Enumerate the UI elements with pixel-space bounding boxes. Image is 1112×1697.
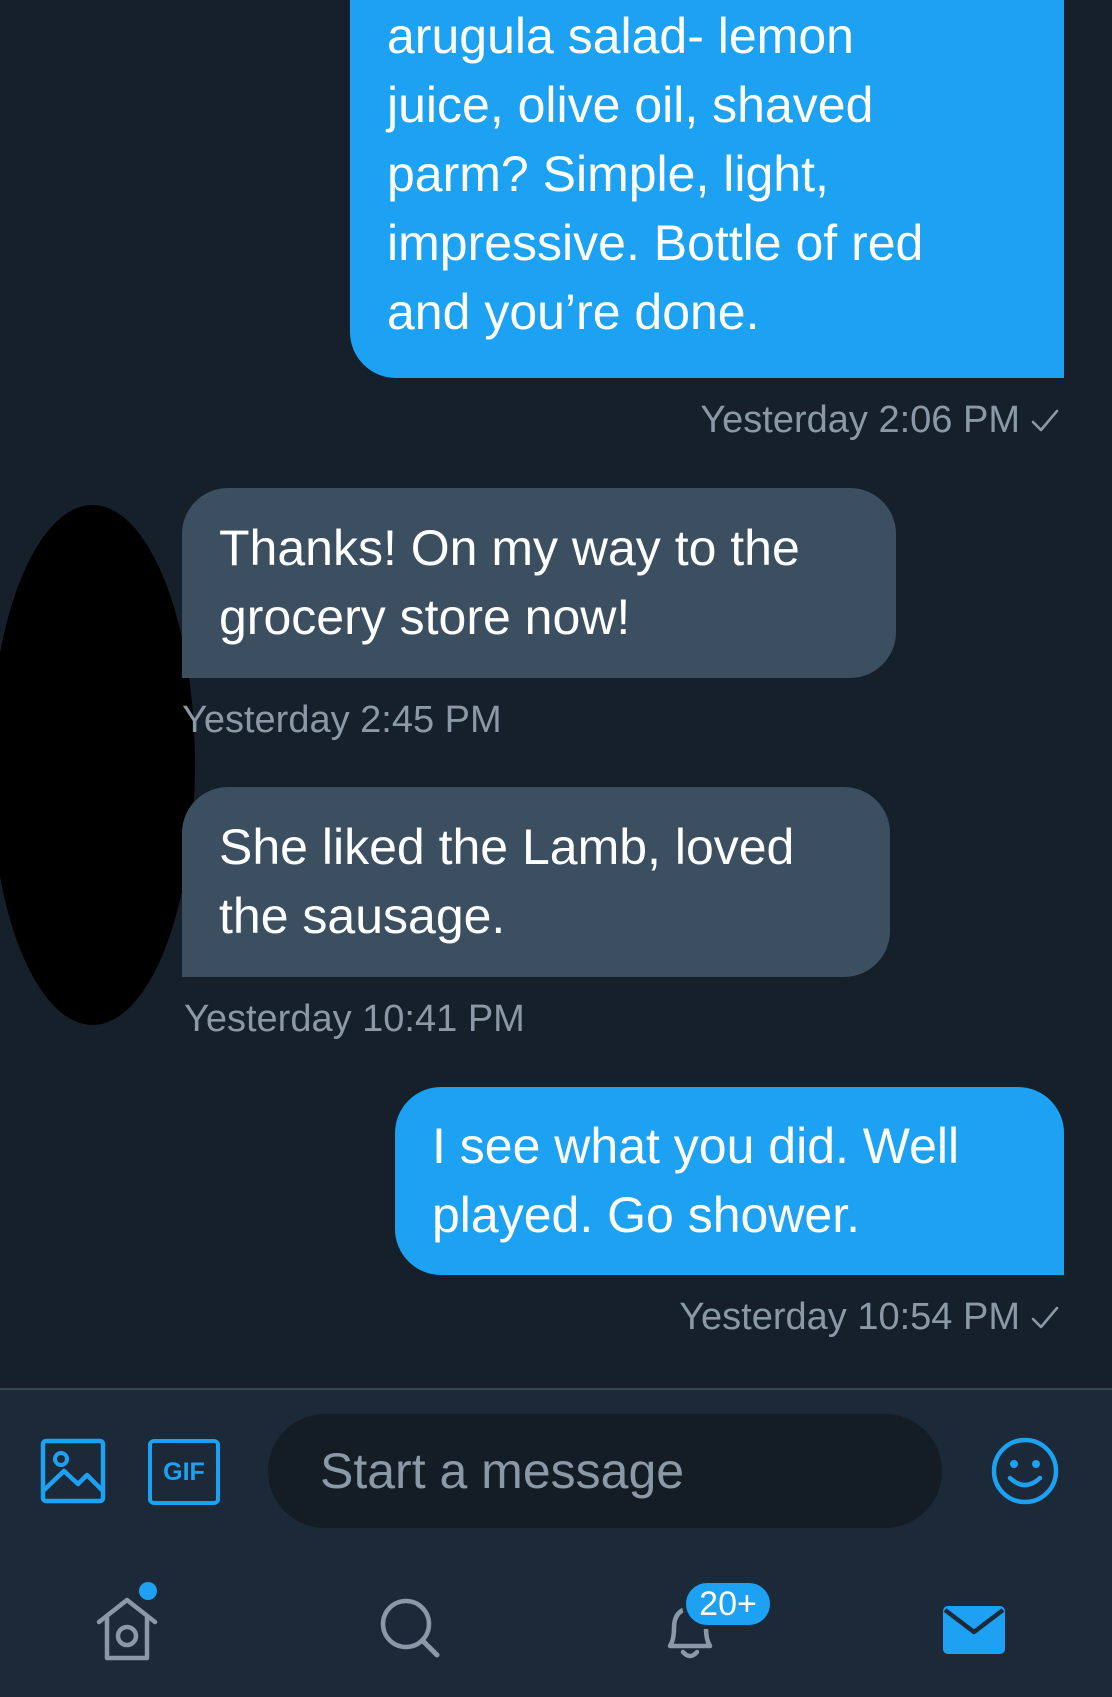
bottom-tab-bar: 20+ [0,1538,1112,1697]
message-bubble-outgoing[interactable]: I see what you did. Well played. Go show… [395,1087,1064,1275]
message-input[interactable] [268,1414,942,1528]
add-photo-button[interactable] [40,1438,106,1504]
emoji-button[interactable] [990,1436,1060,1506]
read-check-icon [1031,1306,1059,1329]
message-timestamp: Yesterday 2:45 PM [182,699,502,741]
home-icon [96,1597,158,1661]
message-text: arugula salad- lemon juice, olive oil, s… [387,8,924,340]
add-gif-button[interactable]: GIF [148,1439,220,1505]
message-bubble-outgoing[interactable]: arugula salad- lemon juice, olive oil, s… [350,0,1064,378]
message-bubble-incoming[interactable]: She liked the Lamb, loved the sausage. [182,787,890,977]
emoji-icon [991,1437,1059,1505]
message-bubble-incoming[interactable]: Thanks! On my way to the grocery store n… [182,488,896,678]
message-composer: GIF [0,1388,1112,1540]
image-icon [40,1438,106,1504]
message-timestamp: Yesterday 10:54 PM [679,1294,1060,1340]
tab-notifications[interactable]: 20+ [650,1579,774,1668]
messages-icon [943,1606,1005,1654]
gif-icon: GIF [148,1439,220,1505]
notifications-badge: 20+ [682,1579,774,1629]
read-check-icon [1031,409,1059,432]
avatar[interactable] [0,505,195,1025]
message-text: I see what you did. Well played. Go show… [432,1118,960,1243]
tab-search[interactable] [370,1588,450,1668]
message-timestamp: Yesterday 2:06 PM [700,397,1060,443]
message-text: She liked the Lamb, loved the sausage. [219,819,795,944]
message-text: Thanks! On my way to the grocery store n… [219,520,800,645]
message-timestamp: Yesterday 10:41 PM [184,998,525,1040]
conversation-thread: arugula salad- lemon juice, olive oil, s… [0,0,1112,1388]
search-icon [380,1598,440,1658]
new-content-dot [139,1582,157,1600]
tab-home[interactable] [87,1582,167,1668]
tab-messages[interactable] [935,1588,1015,1668]
